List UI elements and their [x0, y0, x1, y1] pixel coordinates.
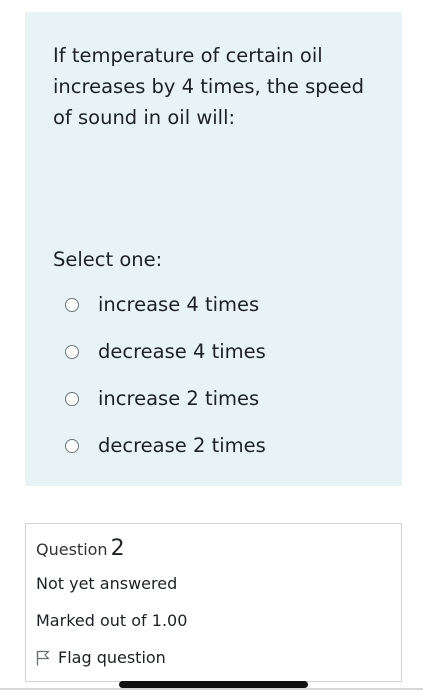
question-info-card: Question 2 Not yet answered Marked out of…: [25, 523, 402, 682]
answer-option-2[interactable]: decrease 4 times: [65, 328, 266, 375]
flag-icon: [36, 650, 50, 665]
answer-option-1[interactable]: increase 4 times: [65, 281, 266, 328]
flag-question-label: Flag question: [58, 648, 166, 667]
home-indicator[interactable]: [119, 681, 308, 688]
question-number: Question 2: [36, 536, 125, 561]
question-card: If temperature of certain oil increases …: [25, 12, 402, 486]
question-state: Not yet answered: [36, 574, 178, 593]
radio-button[interactable]: [65, 391, 79, 406]
quiz-page: If temperature of certain oil increases …: [0, 0, 423, 700]
question-number-value: 2: [110, 536, 125, 561]
question-label: Question: [36, 540, 108, 559]
answer-options: increase 4 times decrease 4 times increa…: [65, 281, 266, 469]
radio-button[interactable]: [65, 297, 79, 312]
bottom-divider: [0, 688, 423, 690]
question-text: If temperature of certain oil increases …: [53, 44, 364, 129]
answer-option-label: decrease 2 times: [98, 434, 266, 457]
answer-option-label: increase 4 times: [98, 293, 260, 316]
answer-option-label: increase 2 times: [98, 387, 260, 410]
question-grade: Marked out of 1.00: [36, 611, 188, 630]
radio-button[interactable]: [65, 344, 79, 359]
select-one-prompt: Select one:: [53, 248, 163, 271]
answer-option-4[interactable]: decrease 2 times: [65, 422, 266, 469]
radio-button[interactable]: [65, 438, 79, 453]
answer-option-label: decrease 4 times: [98, 340, 266, 363]
answer-option-3[interactable]: increase 2 times: [65, 375, 266, 422]
flag-question-link[interactable]: Flag question: [36, 648, 166, 667]
